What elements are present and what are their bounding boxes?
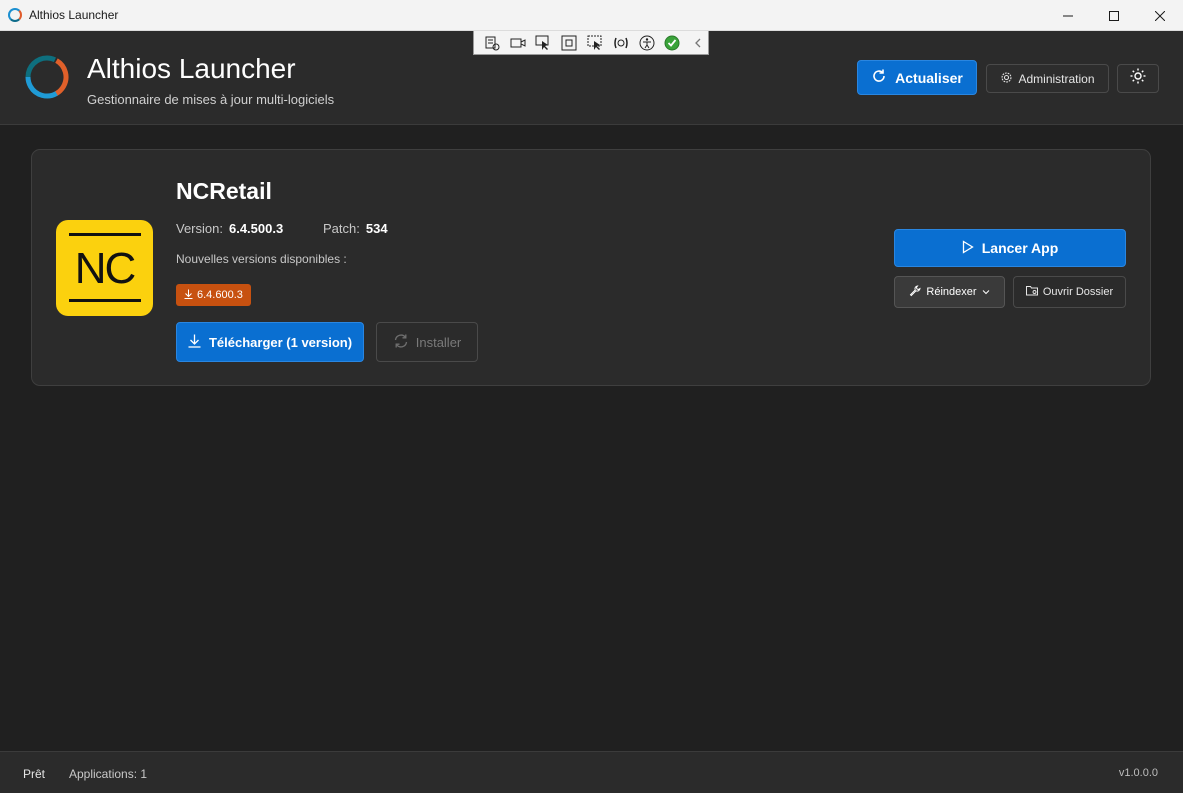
administration-label: Administration xyxy=(1018,71,1095,86)
track-focus-icon[interactable] xyxy=(585,34,605,52)
app-version: v1.0.0.0 xyxy=(1118,767,1158,779)
available-version-badge: 6.4.600.3 xyxy=(176,284,251,306)
folder-icon xyxy=(1025,285,1038,299)
althios-logo-icon xyxy=(24,54,70,100)
applications-count: Applications: 1 xyxy=(69,767,148,781)
install-label: Installer xyxy=(415,334,462,350)
ncretail-logo: NC xyxy=(56,220,153,316)
minimize-icon[interactable] xyxy=(1045,0,1091,31)
version-value: 6.4.500.3 xyxy=(228,221,284,236)
open-folder-label: Ouvrir Dossier xyxy=(1042,286,1114,298)
available-version-text: 6.4.600.3 xyxy=(197,289,243,301)
launch-app-button[interactable]: Lancer App xyxy=(894,229,1126,267)
theme-toggle-button[interactable] xyxy=(1117,64,1159,93)
app-title: Althios Launcher xyxy=(87,53,296,84)
accessibility-icon[interactable] xyxy=(637,34,657,52)
debug-toolbar xyxy=(473,31,709,55)
refresh-icon xyxy=(871,68,887,87)
logo-bottom-bar xyxy=(69,299,141,302)
logo-top-bar xyxy=(69,233,141,236)
download-icon xyxy=(188,334,201,351)
select-element-icon[interactable] xyxy=(534,34,554,52)
refresh-button[interactable]: Actualiser xyxy=(857,60,977,95)
download-button[interactable]: Télécharger (1 version) xyxy=(176,322,364,362)
window-title: Althios Launcher xyxy=(29,8,119,22)
logo-text: NC xyxy=(74,244,137,293)
app-icon xyxy=(8,8,22,22)
window-titlebar: Althios Launcher xyxy=(0,0,1183,31)
layout-adorner-icon[interactable] xyxy=(559,34,579,52)
sync-icon xyxy=(393,333,409,352)
check-status-icon[interactable] xyxy=(662,34,682,52)
status-bar: Prêt Applications: 1 v1.0.0.0 xyxy=(0,751,1183,793)
chevron-left-icon[interactable] xyxy=(688,34,708,52)
live-visual-tree-icon[interactable] xyxy=(482,34,502,52)
refresh-label: Actualiser xyxy=(895,69,963,86)
video-camera-icon[interactable] xyxy=(508,34,528,52)
download-label: Télécharger (1 version) xyxy=(208,334,353,350)
app-card: NC NCRetail Version: 6.4.500.3 Patch: 534 … xyxy=(31,149,1151,386)
available-versions-label: Nouvelles versions disponibles : xyxy=(176,252,347,266)
app-subtitle: Gestionnaire de mises à jour multi-logic… xyxy=(87,92,335,107)
chevron-down-icon xyxy=(982,286,990,298)
status-text: Prêt xyxy=(23,767,46,781)
play-icon xyxy=(962,239,974,257)
download-arrow-icon xyxy=(184,289,193,302)
wrench-icon xyxy=(909,284,921,300)
administration-button[interactable]: Administration xyxy=(986,64,1109,93)
patch-label: Patch: xyxy=(323,221,360,236)
install-button[interactable]: Installer xyxy=(376,322,478,362)
window-controls xyxy=(1045,0,1183,31)
app-name: NCRetail xyxy=(176,178,272,204)
reindex-label: Réindexer xyxy=(926,286,977,298)
reindex-dropdown-button[interactable]: Réindexer xyxy=(894,276,1005,308)
version-info: Version: 6.4.500.3 xyxy=(176,221,283,236)
close-icon[interactable] xyxy=(1137,0,1183,31)
launch-app-label: Lancer App xyxy=(981,240,1059,256)
open-folder-button[interactable]: Ouvrir Dossier xyxy=(1013,276,1126,308)
patch-value: 534 xyxy=(365,221,388,236)
maximize-icon[interactable] xyxy=(1091,0,1137,31)
gear-icon xyxy=(1000,71,1013,87)
sun-icon xyxy=(1130,68,1146,89)
patch-info: Patch: 534 xyxy=(323,221,388,236)
version-label: Version: xyxy=(176,221,223,236)
hot-reload-icon[interactable] xyxy=(611,34,631,52)
